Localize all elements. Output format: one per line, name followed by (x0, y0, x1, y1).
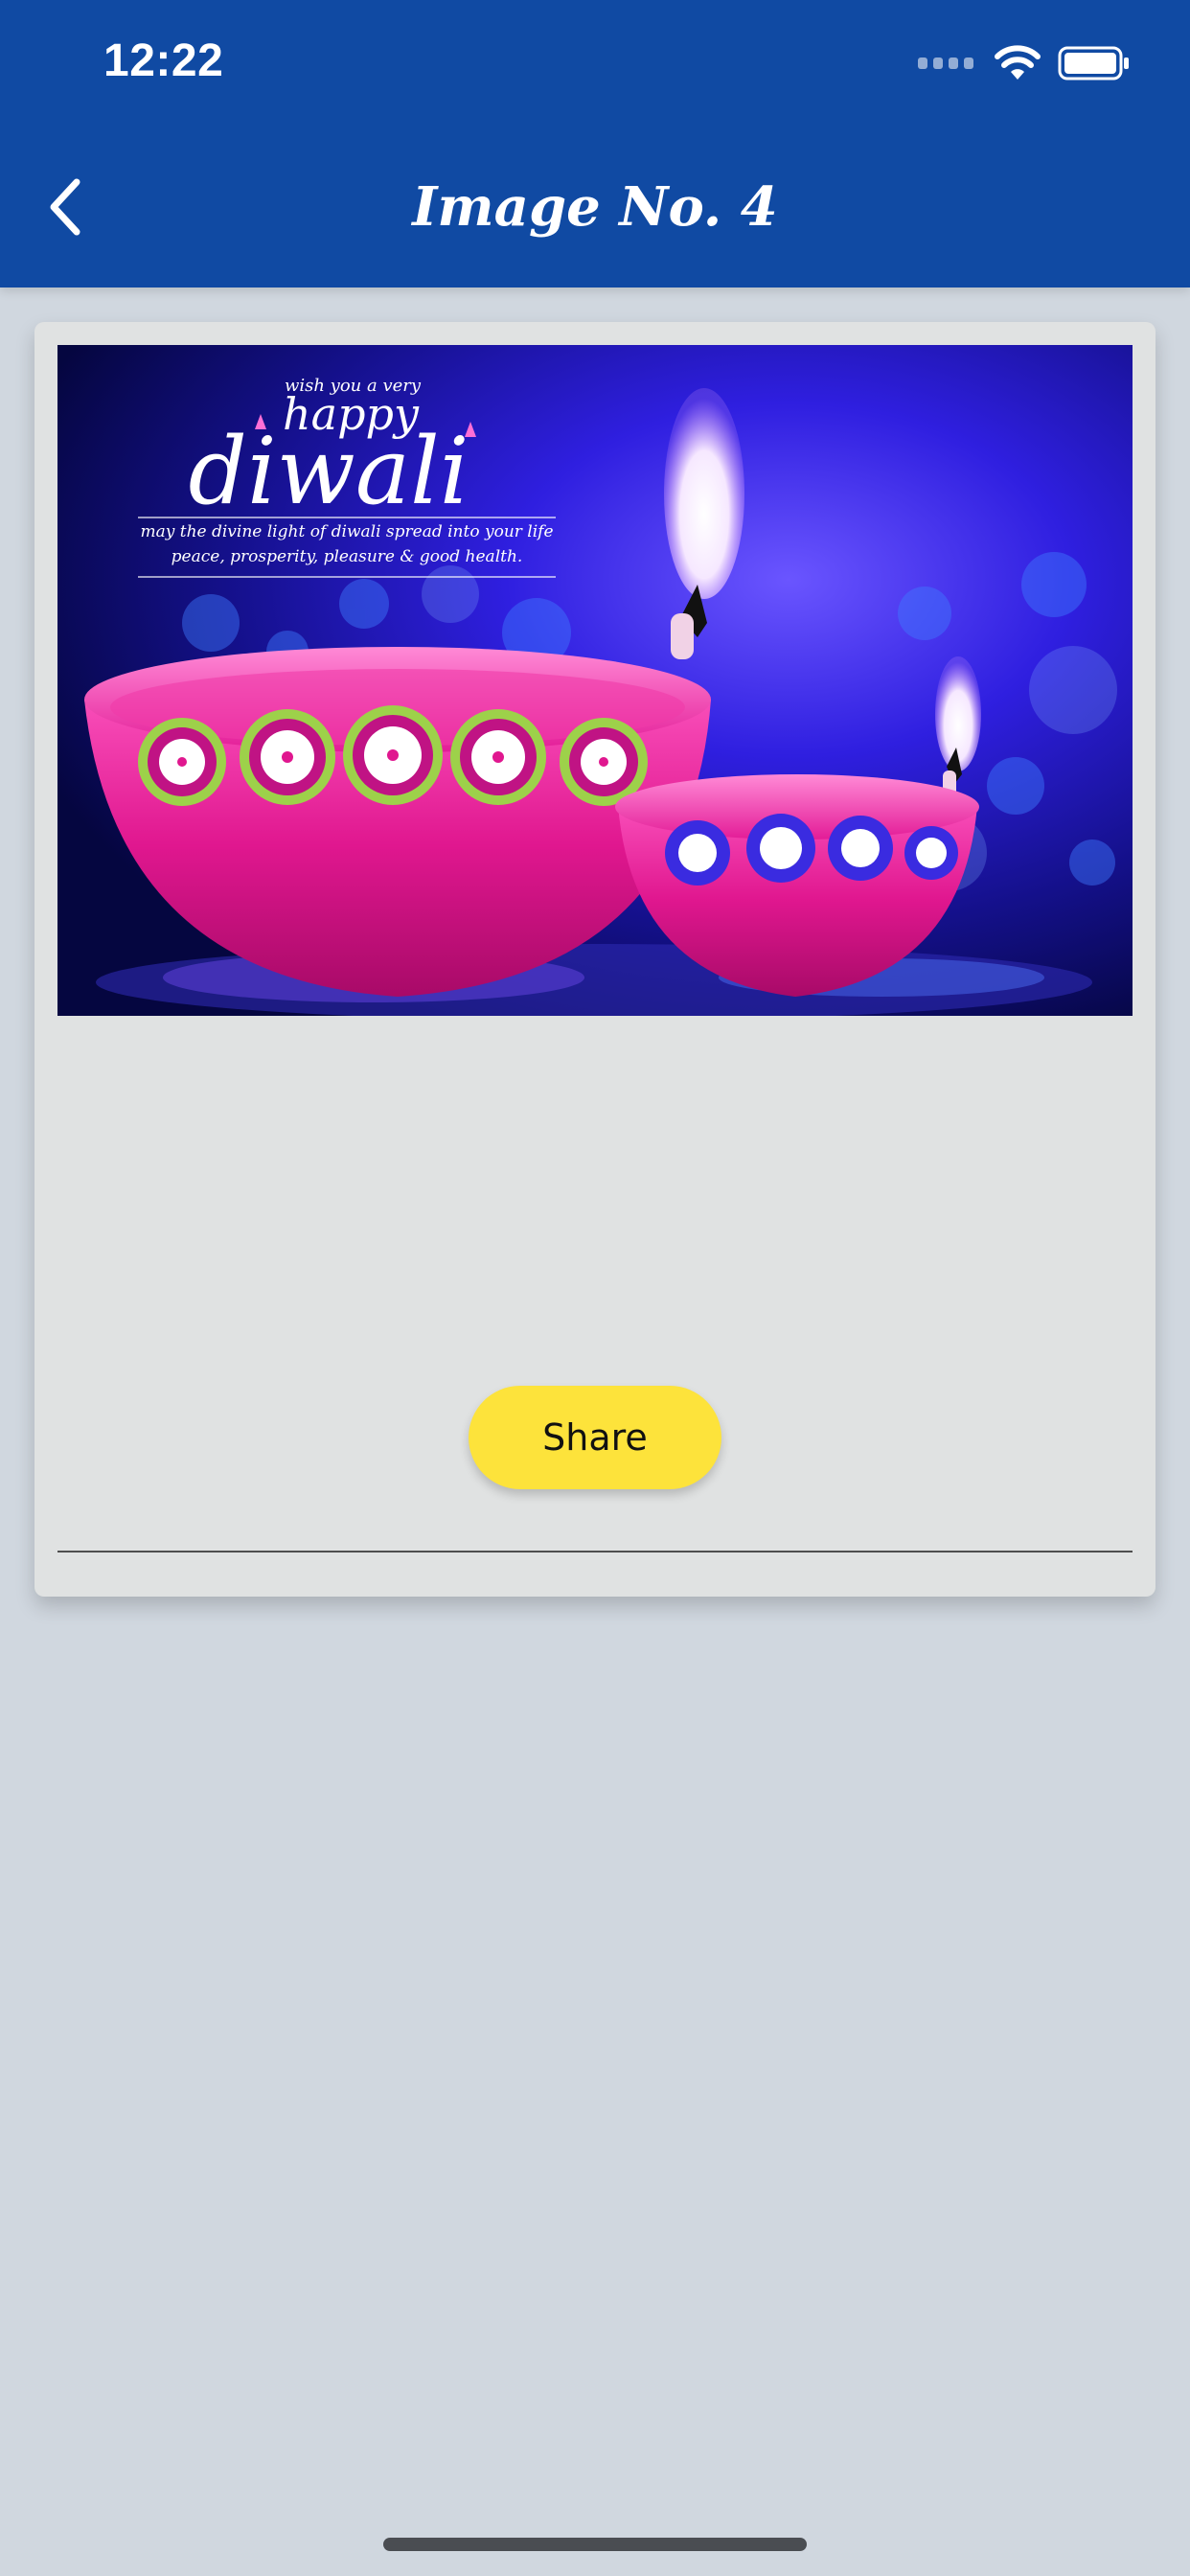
card-divider (57, 1551, 1133, 1552)
image-diwali-text: diwali (189, 418, 469, 525)
image-message-line-1: may the divine light of diwali spread in… (140, 522, 553, 541)
image-card: wish you a very happy diwali may the div… (34, 322, 1156, 1597)
battery-icon (1058, 45, 1131, 81)
share-button[interactable]: Share (469, 1386, 721, 1489)
home-indicator[interactable] (383, 2538, 807, 2551)
wifi-icon (995, 45, 1041, 81)
status-icons (918, 42, 1131, 84)
signal-icon (918, 58, 973, 69)
screen: 12:22 Image No. 4 wish you a very happy … (0, 0, 1190, 2576)
app-header: 12:22 Image No. 4 (0, 0, 1190, 288)
page-title: Image No. 4 (412, 175, 778, 239)
image-message-line-2: peace, prosperity, pleasure & good healt… (172, 547, 523, 566)
status-time: 12:22 (103, 35, 224, 86)
diwali-greeting-image: wish you a very happy diwali may the div… (57, 345, 1133, 1016)
